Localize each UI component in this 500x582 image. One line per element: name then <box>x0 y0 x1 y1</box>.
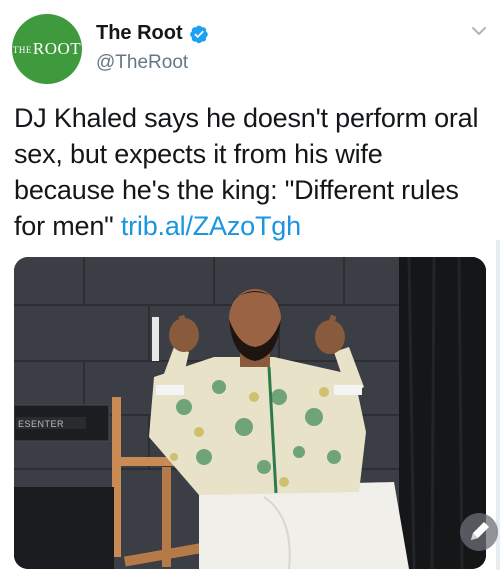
edit-pencil-icon[interactable] <box>458 511 500 553</box>
tweet-media-photo[interactable]: ESENTER <box>14 257 486 569</box>
tweet-text: DJ Khaled says he doesn't perform oral s… <box>14 100 490 244</box>
chair-label: ESENTER <box>18 419 64 429</box>
photo-illustration: ESENTER <box>14 257 486 569</box>
avatar-logo-small: THE <box>12 45 32 55</box>
verified-badge-icon <box>189 25 208 43</box>
chevron-down-icon[interactable] <box>470 24 488 38</box>
tweet-link[interactable]: trib.al/ZAzoTgh <box>121 211 301 241</box>
name-row: The Root <box>96 22 209 45</box>
avatar-logo-big: ROOT <box>32 39 82 58</box>
avatar[interactable]: THE ROOT <box>12 14 82 84</box>
tweet-card: THE ROOT The Root @TheRoot DJ Khaled say… <box>0 0 500 582</box>
display-name[interactable]: The Root <box>96 22 183 45</box>
handle[interactable]: @TheRoot <box>96 52 188 74</box>
